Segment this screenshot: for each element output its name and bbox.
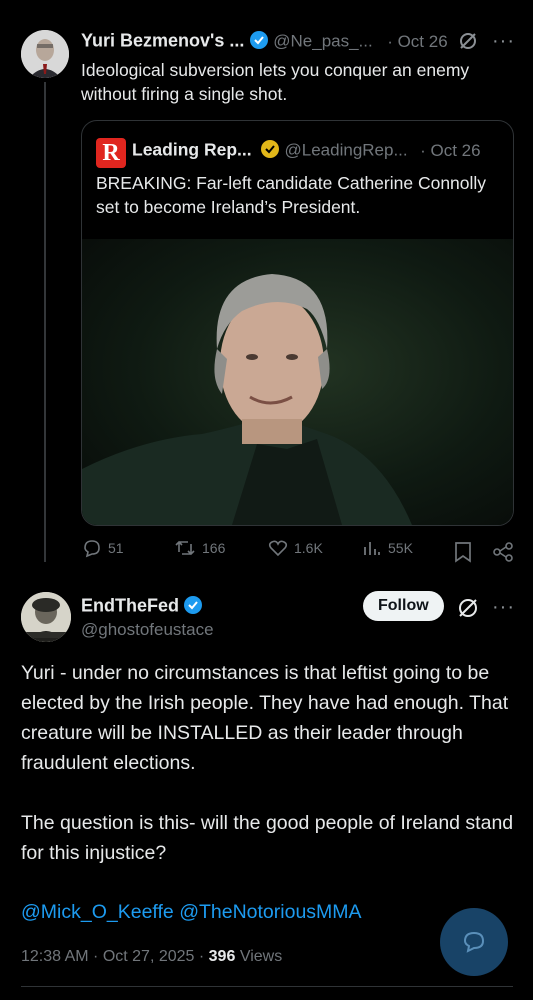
quote-image[interactable] [82,239,513,525]
heart-icon [268,540,288,557]
analytics-icon [364,542,380,555]
more-options-icon[interactable]: ··· [492,30,515,53]
reply-count: 51 [108,540,124,556]
bookmark-icon[interactable] [454,541,472,568]
like-button[interactable]: 1.6K [268,538,323,558]
reply-icon [84,540,100,558]
tweet-timestamp: 12:38 AM · Oct 27, 2025 · 396 Views [21,948,282,966]
share-icon[interactable] [492,541,514,568]
logo-letter: R [102,139,120,166]
quote-tweet-text: BREAKING: Far-left candidate Catherine C… [96,173,487,217]
views-count: 396 [208,948,236,965]
grok-icon[interactable] [458,31,478,56]
divider [21,986,513,987]
like-count: 1.6K [294,540,323,556]
reply-icon [463,931,485,953]
repost-icon [175,540,195,556]
leading-report-logo: R [96,138,126,168]
quote-display-name: Leading Rep... [132,139,252,160]
gold-verified-icon [260,139,280,164]
repost-count: 166 [202,540,226,556]
portrait-photo-icon [82,274,412,525]
quote-date: · Oct 26 [420,140,481,160]
view-count: 55K [388,540,413,556]
compose-reply-button[interactable] [440,908,508,976]
portrait-icon [21,592,71,642]
main-tweet-paragraph-2: The question is this- will the good peop… [21,812,514,864]
main-tweet-paragraph-1: Yuri - under no circumstances is that le… [21,662,509,774]
reply-button[interactable]: 51 [82,538,124,558]
main-avatar[interactable] [21,592,71,642]
timestamp-text[interactable]: 12:38 AM · Oct 27, 2025 · [21,948,209,965]
main-handle[interactable]: @ghostofeustace [81,620,214,640]
quote-handle: @LeadingRep... [284,140,408,160]
views-button[interactable]: 55K [362,538,413,558]
verified-badge-icon [249,30,269,55]
main-header: EndTheFed [81,595,203,620]
follow-button[interactable]: Follow [363,591,444,621]
views-label: Views [239,948,283,965]
parent-avatar[interactable] [21,30,69,78]
grok-icon[interactable] [457,597,479,624]
parent-display-name[interactable]: Yuri Bezmenov's ... [81,31,244,51]
parent-header: Yuri Bezmenov's ... @Ne_pas_... · Oct 26 [81,30,448,55]
main-display-name[interactable]: EndTheFed [81,596,179,616]
repost-button[interactable]: 166 [174,538,225,558]
mention-link[interactable]: @TheNotoriousMMA [179,901,361,923]
more-options-icon[interactable]: ··· [492,596,515,619]
parent-tweet-text: Ideological subversion lets you conquer … [81,60,470,104]
portrait-icon [21,30,69,78]
quoted-tweet-card[interactable]: R Leading Rep... @LeadingRep... · Oct 26… [81,120,514,526]
parent-handle[interactable]: @Ne_pas_... [273,32,372,51]
quote-header: Leading Rep... @LeadingRep... · Oct 26 [132,139,481,164]
mention-link[interactable]: @Mick_O_Keeffe [21,901,174,923]
thread-connector [44,82,46,562]
verified-badge-icon [183,595,203,620]
parent-date[interactable]: · Oct 26 [387,32,447,51]
